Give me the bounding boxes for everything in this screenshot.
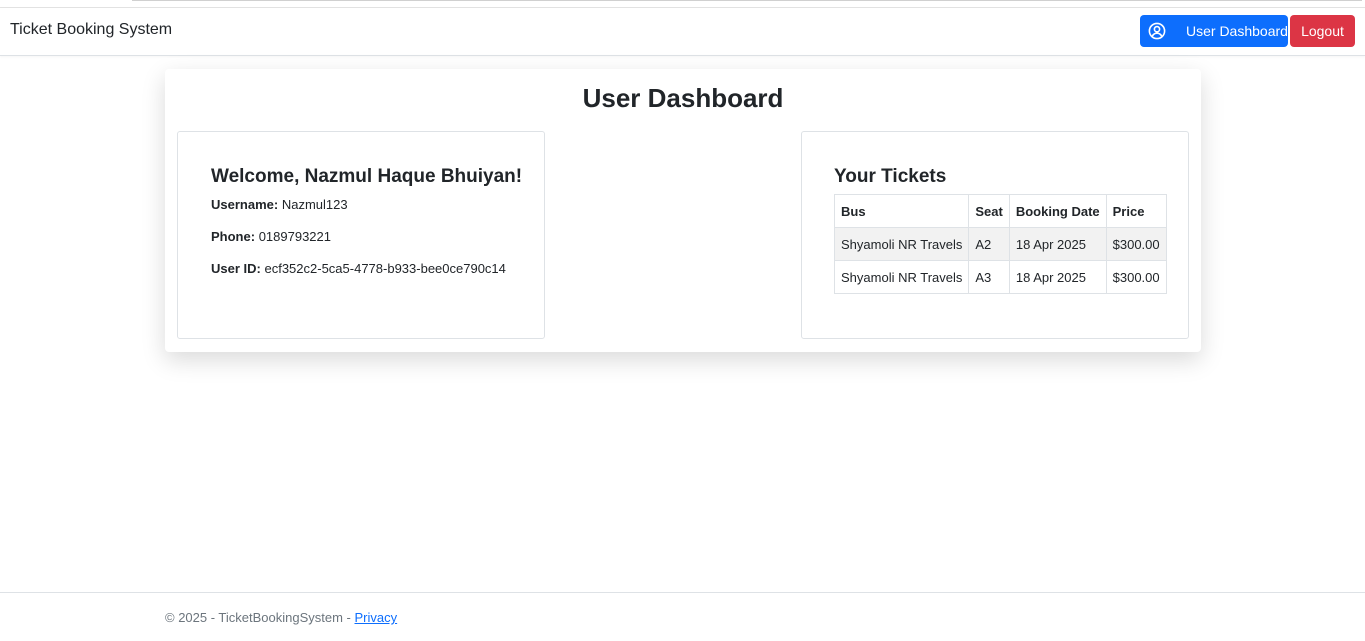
phone-value: 0189793221 [258, 229, 331, 244]
ticket-date-cell: 18 Apr 2025 [1008, 227, 1107, 261]
tickets-table: Bus Seat Booking Date Price Shyamoli NR … [833, 194, 1167, 294]
navbar: Ticket Booking System User Dashboard Log… [0, 8, 1365, 56]
profile-panel: Welcome, Nazmul Haque Bhuiyan! Username:… [177, 131, 545, 339]
ticket-seat-cell: A3 [968, 260, 1010, 294]
ticket-date-cell: 18 Apr 2025 [1008, 260, 1107, 294]
table-row: Shyamoli NR Travels A2 18 Apr 2025 $300.… [833, 227, 1167, 261]
ticket-price-cell: $300.00 [1105, 227, 1167, 261]
logout-button[interactable]: Logout [1290, 15, 1355, 47]
user-dashboard-button[interactable]: User Dashboard [1140, 15, 1288, 47]
ticket-price-cell: $300.00 [1105, 260, 1167, 294]
column-header-booking-date: Booking Date [1008, 194, 1107, 228]
userid-label: User ID: [211, 261, 261, 276]
copyright-text: © 2025 - TicketBookingSystem - [165, 610, 355, 625]
ticket-bus-cell: Shyamoli NR Travels [833, 227, 970, 261]
phone-row: Phone: 0189793221 [211, 229, 331, 244]
userid-value: ecf352c2-5ca5-4778-b933-bee0ce790c14 [264, 261, 506, 276]
tickets-heading: Your Tickets [834, 166, 947, 187]
footer: © 2025 - TicketBookingSystem - Privacy [0, 592, 1365, 641]
table-header-row: Bus Seat Booking Date Price [833, 194, 1167, 228]
user-circle-icon [1148, 22, 1166, 40]
dashboard-card: User Dashboard Welcome, Nazmul Haque Bhu… [165, 69, 1201, 352]
top-strip-line [132, 0, 1362, 1]
username-value: Nazmul123 [281, 197, 348, 212]
phone-label: Phone: [211, 229, 256, 244]
ticket-seat-cell: A2 [968, 227, 1010, 261]
user-dashboard-label: User Dashboard [1186, 23, 1288, 39]
column-header-price: Price [1105, 194, 1167, 228]
table-row: Shyamoli NR Travels A3 18 Apr 2025 $300.… [833, 260, 1167, 294]
footer-text: © 2025 - TicketBookingSystem - Privacy [165, 610, 397, 625]
tickets-panel: Your Tickets Bus Seat Booking Date Price… [801, 131, 1189, 339]
welcome-heading: Welcome, Nazmul Haque Bhuiyan! [211, 166, 523, 187]
column-header-seat: Seat [968, 194, 1010, 228]
username-label: Username: [211, 197, 279, 212]
page-title: User Dashboard [582, 83, 784, 113]
top-strip [0, 0, 1365, 8]
privacy-link[interactable]: Privacy [355, 610, 398, 625]
ticket-bus-cell: Shyamoli NR Travels [833, 260, 970, 294]
column-header-bus: Bus [833, 194, 970, 228]
userid-row: User ID: ecf352c2-5ca5-4778-b933-bee0ce7… [211, 261, 506, 276]
brand-link[interactable]: Ticket Booking System [10, 21, 172, 39]
username-row: Username: Nazmul123 [211, 197, 348, 212]
